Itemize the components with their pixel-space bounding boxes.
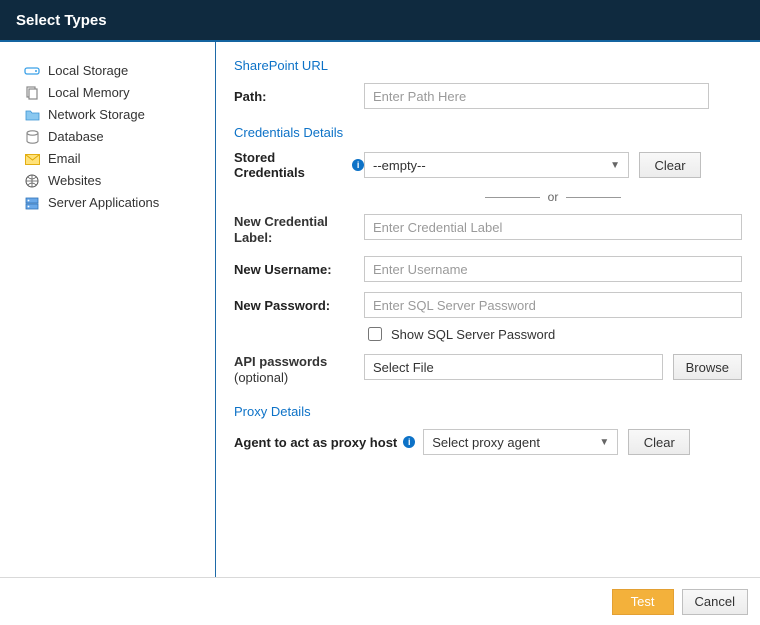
info-icon[interactable]: i	[352, 159, 364, 171]
new-credential-label-label: New Credential Label:	[234, 214, 364, 246]
new-password-label: New Password:	[234, 298, 364, 313]
dialog-footer: Test Cancel	[0, 577, 760, 625]
section-proxy: Proxy Details	[234, 404, 742, 419]
disk-icon	[24, 64, 40, 78]
stored-credentials-label: Stored Credentials i	[234, 150, 364, 180]
test-button[interactable]: Test	[612, 589, 674, 615]
section-sharepoint-url: SharePoint URL	[234, 58, 742, 73]
clear-stored-button[interactable]: Clear	[639, 152, 701, 178]
folder-icon	[24, 108, 40, 122]
sidebar-item-local-storage[interactable]: Local Storage	[24, 60, 201, 82]
copy-icon	[24, 86, 40, 100]
dialog-body: Local Storage Local Memory Network Stora…	[0, 42, 760, 577]
sidebar-item-server-applications[interactable]: Server Applications	[24, 192, 201, 214]
path-label: Path:	[234, 89, 364, 104]
stored-credentials-select[interactable]: --empty-- ▼	[364, 152, 629, 178]
cancel-button[interactable]: Cancel	[682, 589, 748, 615]
sidebar-item-label: Network Storage	[48, 106, 145, 124]
sidebar-item-websites[interactable]: Websites	[24, 170, 201, 192]
info-icon[interactable]: i	[403, 436, 415, 448]
sidebar-item-label: Email	[48, 150, 81, 168]
browse-button[interactable]: Browse	[673, 354, 742, 380]
new-password-input[interactable]	[364, 292, 742, 318]
proxy-agent-value: Select proxy agent	[432, 435, 540, 450]
proxy-agent-label: Agent to act as proxy host i	[234, 435, 415, 450]
sidebar-item-local-memory[interactable]: Local Memory	[24, 82, 201, 104]
dialog-header: Select Types	[0, 0, 760, 40]
type-sidebar: Local Storage Local Memory Network Stora…	[0, 42, 215, 577]
sidebar-item-label: Server Applications	[48, 194, 159, 212]
sidebar-item-database[interactable]: Database	[24, 126, 201, 148]
new-username-label: New Username:	[234, 262, 364, 277]
sidebar-item-label: Websites	[48, 172, 101, 190]
sidebar-item-email[interactable]: Email	[24, 148, 201, 170]
sidebar-item-label: Database	[48, 128, 104, 146]
server-icon	[24, 196, 40, 210]
api-passwords-label: API passwords (optional)	[234, 354, 364, 386]
sidebar-item-network-storage[interactable]: Network Storage	[24, 104, 201, 126]
sidebar-item-label: Local Storage	[48, 62, 128, 80]
clear-proxy-button[interactable]: Clear	[628, 429, 690, 455]
or-separator: or	[364, 190, 742, 204]
database-icon	[24, 130, 40, 144]
globe-icon	[24, 174, 40, 188]
form-panel: SharePoint URL Path: Credentials Details…	[216, 42, 760, 577]
section-credentials: Credentials Details	[234, 125, 742, 140]
sidebar-item-label: Local Memory	[48, 84, 130, 102]
stored-credentials-value: --empty--	[373, 158, 426, 173]
new-credential-label-input[interactable]	[364, 214, 742, 240]
show-password-label: Show SQL Server Password	[391, 327, 555, 342]
api-file-box: Select File	[364, 354, 663, 380]
new-username-input[interactable]	[364, 256, 742, 282]
dialog-title: Select Types	[16, 12, 107, 29]
show-password-checkbox[interactable]	[368, 327, 382, 341]
chevron-down-icon: ▼	[599, 437, 609, 448]
proxy-agent-select[interactable]: Select proxy agent ▼	[423, 429, 618, 455]
path-input[interactable]	[364, 83, 709, 109]
chevron-down-icon: ▼	[610, 160, 620, 171]
envelope-icon	[24, 152, 40, 166]
